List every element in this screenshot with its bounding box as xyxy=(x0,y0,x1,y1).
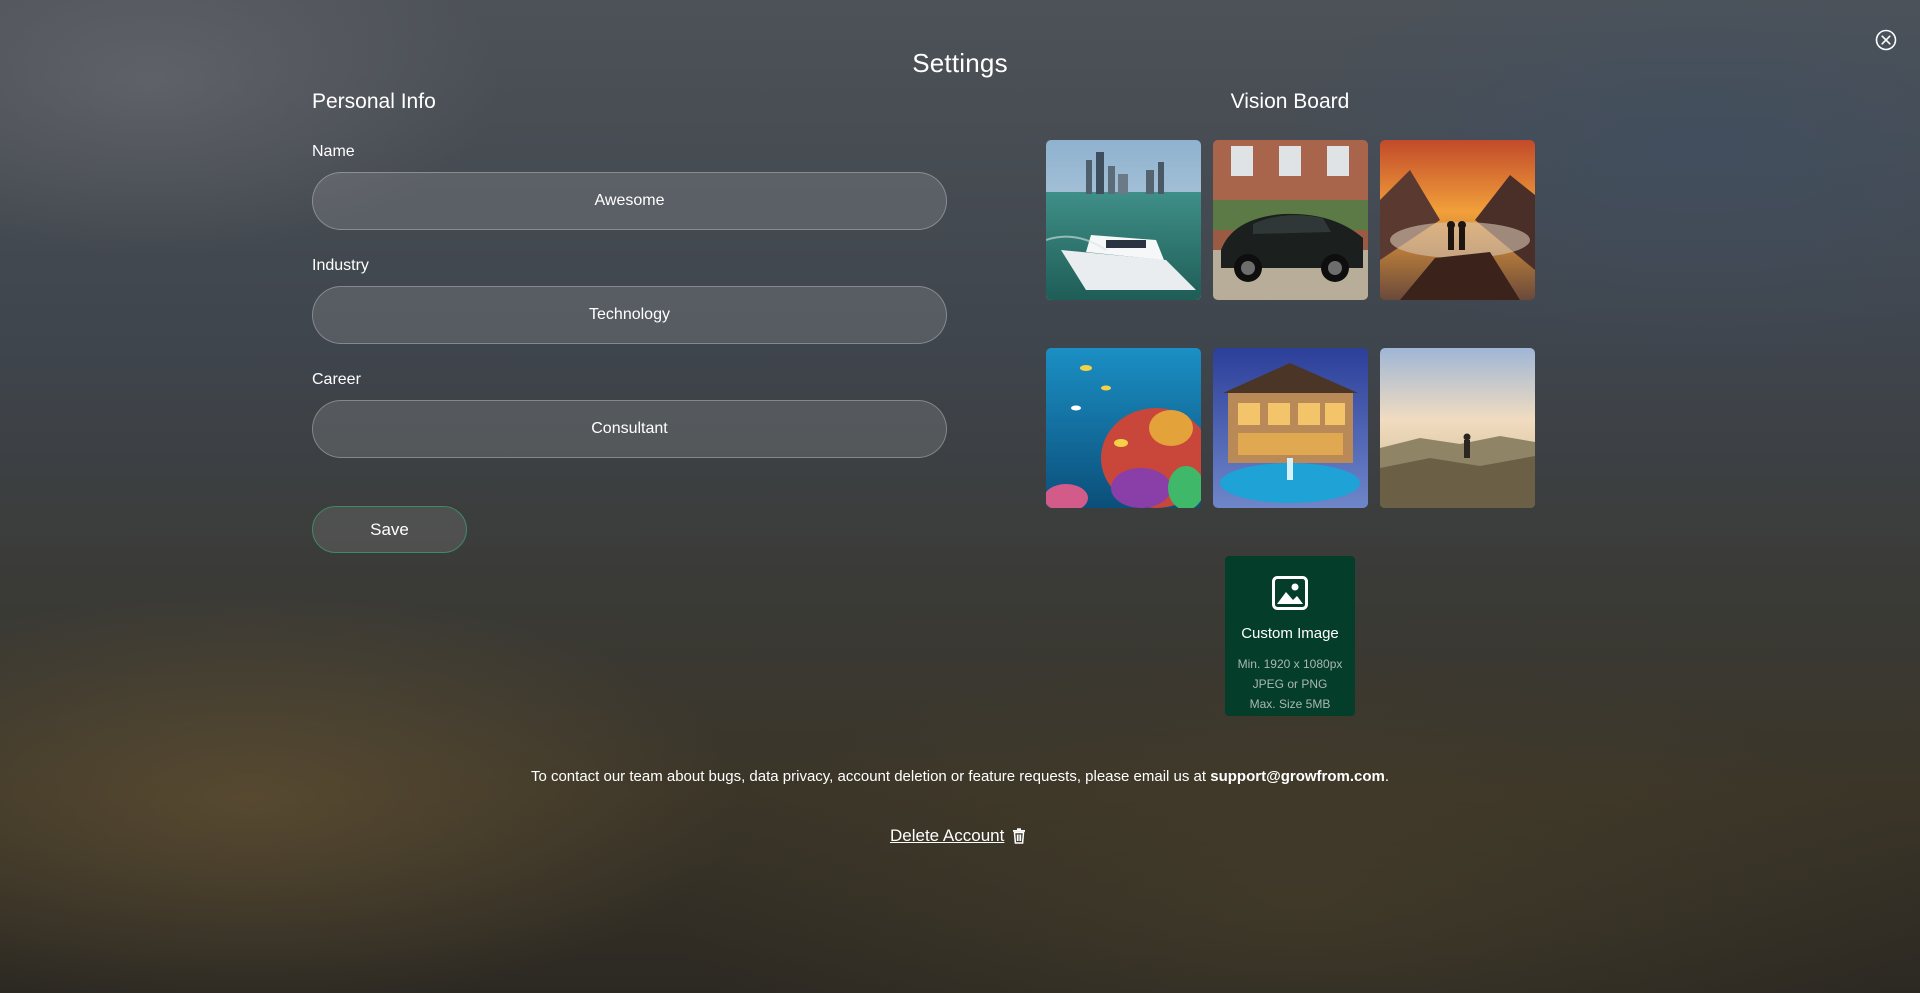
close-button[interactable] xyxy=(1875,29,1897,51)
vision-image-car[interactable] xyxy=(1213,140,1368,300)
contact-suffix: . xyxy=(1384,768,1390,785)
career-label: Career xyxy=(312,371,361,388)
sunrise-hill-image xyxy=(1380,348,1535,508)
delete-account-label: Delete Account xyxy=(890,826,1005,845)
name-label: Name xyxy=(312,143,355,160)
career-input[interactable] xyxy=(312,400,947,458)
contact-info: To contact our team about bugs, data pri… xyxy=(0,768,1920,785)
save-button[interactable]: Save xyxy=(312,506,467,553)
industry-label: Industry xyxy=(312,257,369,274)
contact-text: To contact our team about bugs, data pri… xyxy=(530,768,1211,785)
page-title: Settings xyxy=(912,48,1008,78)
vision-image-yacht[interactable] xyxy=(1046,140,1201,300)
vision-image-luxury-house[interactable] xyxy=(1213,348,1368,508)
delete-account-link[interactable]: Delete Account xyxy=(890,826,1026,846)
yacht-image xyxy=(1046,140,1201,300)
sports-car-image xyxy=(1213,140,1368,300)
custom-image-format: JPEG or PNG xyxy=(1252,677,1328,691)
luxury-house-image xyxy=(1213,348,1368,508)
mountain-sunset-image xyxy=(1380,140,1535,300)
vision-image-coral-reef[interactable] xyxy=(1046,348,1201,508)
custom-image-max-size: Max. Size 5MB xyxy=(1249,697,1331,711)
industry-input[interactable] xyxy=(312,286,947,344)
coral-reef-image xyxy=(1046,348,1201,508)
contact-email[interactable]: support@growfrom.com xyxy=(1210,768,1385,785)
image-icon xyxy=(1272,576,1308,610)
vision-image-sunrise-hill[interactable] xyxy=(1380,348,1535,508)
vision-image-mountain-sunset[interactable] xyxy=(1380,140,1535,300)
trash-icon xyxy=(1013,828,1026,844)
close-circle-icon xyxy=(1875,29,1897,51)
custom-image-label: Custom Image xyxy=(1241,625,1339,642)
personal-info-title: Personal Info xyxy=(312,90,436,113)
vision-board-title: Vision Board xyxy=(1230,90,1350,113)
name-input[interactable] xyxy=(312,172,947,230)
custom-image-upload[interactable]: Custom Image Min. 1920 x 1080px JPEG or … xyxy=(1225,556,1355,716)
custom-image-min-size: Min. 1920 x 1080px xyxy=(1237,657,1343,671)
